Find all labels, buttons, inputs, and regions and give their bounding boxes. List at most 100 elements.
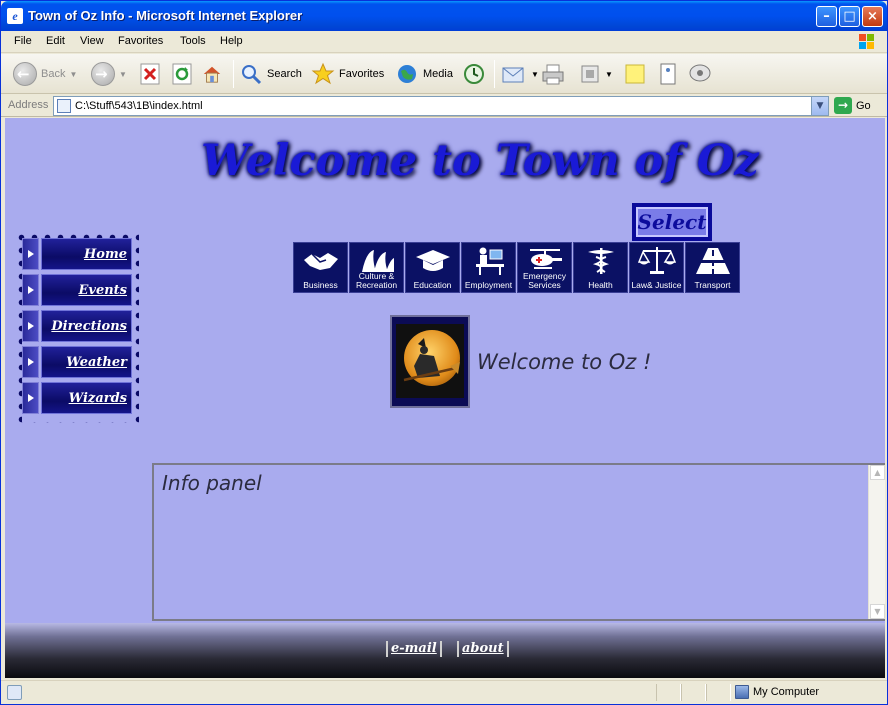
computer-icon: [735, 685, 749, 699]
play-arrow-icon: [22, 346, 39, 378]
category-health[interactable]: Health: [573, 242, 628, 293]
play-arrow-icon: [22, 310, 39, 342]
back-button[interactable]: Back ▼: [13, 61, 77, 87]
status-cell: [681, 684, 706, 701]
play-arrow-icon: [22, 274, 39, 306]
nav-weather[interactable]: Weather: [22, 346, 132, 378]
menu-favorites[interactable]: Favorites: [118, 35, 163, 47]
category-education[interactable]: Education: [405, 242, 460, 293]
menu-file[interactable]: File: [14, 35, 32, 47]
address-url: C:\Stuff\543\1B\index.html: [75, 100, 203, 112]
history-icon: [464, 64, 484, 84]
category-emergency[interactable]: Emergency Services: [517, 242, 572, 293]
star-icon: [311, 62, 335, 85]
browser-window: e Town of Oz Info - Microsoft Internet E…: [0, 0, 888, 705]
forward-button[interactable]: ▼: [91, 61, 127, 87]
category-business[interactable]: Business: [293, 242, 348, 293]
chevron-down-icon: ▼: [605, 69, 613, 79]
address-bar: Address C:\Stuff\543\1B\index.html ▼ → G…: [1, 95, 887, 117]
go-button[interactable]: → Go: [834, 97, 871, 114]
menu-tools[interactable]: Tools: [180, 35, 206, 47]
play-arrow-icon: [22, 382, 39, 414]
nav-home-label[interactable]: Home: [84, 247, 127, 262]
toolbar-separator: [494, 60, 495, 88]
media-button[interactable]: Media: [395, 61, 453, 87]
windows-flag-icon: [859, 34, 874, 49]
printer-icon: [542, 64, 564, 85]
witch-on-broom-icon: [403, 338, 460, 382]
category-law-justice[interactable]: Law& Justice: [629, 242, 684, 293]
nav-directions[interactable]: Directions: [22, 310, 132, 342]
chevron-down-icon: ▼: [119, 69, 127, 79]
refresh-icon: [172, 63, 192, 85]
security-zone: My Computer: [735, 685, 819, 699]
messenger-button[interactable]: [658, 61, 678, 87]
stop-icon: [140, 63, 160, 85]
edit-button[interactable]: ▼: [579, 61, 613, 87]
mail-button[interactable]: ▼: [501, 61, 539, 87]
info-panel-title: Info panel: [162, 471, 262, 495]
speech-bubble-icon: [689, 64, 711, 82]
address-input[interactable]: C:\Stuff\543\1B\index.html ▼: [53, 96, 829, 116]
handshake-icon: [304, 253, 338, 270]
info-panel[interactable]: Info panel ▲ ▼: [152, 463, 885, 621]
window-title: Town of Oz Info - Microsoft Internet Exp…: [28, 8, 303, 23]
research-button[interactable]: [687, 61, 713, 87]
select-button[interactable]: Select: [632, 203, 712, 241]
status-bar: My Computer: [1, 680, 887, 704]
nav-home[interactable]: Home: [22, 238, 132, 270]
category-culture[interactable]: Culture & Recreation: [349, 242, 404, 293]
page-title: Welcome to Town of Oz: [201, 136, 759, 186]
minimize-button[interactable]: –: [816, 6, 837, 27]
title-bar[interactable]: e Town of Oz Info - Microsoft Internet E…: [1, 1, 887, 31]
scales-icon: [638, 247, 676, 274]
stop-button[interactable]: [140, 61, 160, 87]
search-button[interactable]: Search: [239, 61, 302, 87]
discuss-button[interactable]: [624, 61, 646, 87]
nav-wizards[interactable]: Wizards: [22, 382, 132, 414]
favorites-button[interactable]: Favorites: [311, 61, 384, 87]
nav-wizards-label[interactable]: Wizards: [69, 391, 127, 406]
info-panel-scrollbar[interactable]: ▲ ▼: [868, 465, 885, 619]
go-arrow-icon: →: [834, 97, 852, 114]
home-icon: [203, 66, 221, 83]
category-transport[interactable]: Transport: [685, 242, 740, 293]
history-button[interactable]: [462, 61, 486, 87]
nav-directions-label[interactable]: Directions: [51, 319, 127, 334]
address-dropdown-button[interactable]: ▼: [811, 97, 828, 115]
nav-events[interactable]: Events: [22, 274, 132, 306]
refresh-button[interactable]: [172, 61, 192, 87]
mail-icon: [502, 67, 524, 83]
category-employment[interactable]: Employment: [461, 242, 516, 293]
print-button[interactable]: [541, 61, 565, 87]
page-icon: [57, 99, 71, 113]
menu-bar: File Edit View Favorites Tools Help: [1, 31, 887, 53]
nav-weather-label[interactable]: Weather: [66, 355, 127, 370]
forward-arrow-icon: [91, 62, 115, 86]
caduceus-icon: [588, 248, 614, 274]
menu-view[interactable]: View: [80, 35, 104, 47]
document-icon: [660, 63, 676, 85]
toolbar-separator: [233, 60, 234, 88]
scroll-down-arrow-icon[interactable]: ▼: [870, 604, 885, 619]
sticky-note-icon: [625, 64, 645, 84]
nav-events-label[interactable]: Events: [78, 283, 127, 298]
close-button[interactable]: ×: [862, 6, 883, 27]
ie-logo-icon: e: [7, 8, 23, 24]
menu-help[interactable]: Help: [220, 35, 243, 47]
road-icon: [694, 248, 732, 274]
home-button[interactable]: [202, 61, 222, 87]
page-status-icon: [7, 685, 22, 700]
witch-image: [390, 315, 470, 408]
maximize-button[interactable]: □: [839, 6, 860, 27]
category-buttons: Business Culture & Recreation Education …: [293, 242, 740, 293]
desk-worker-icon: [476, 247, 504, 275]
globe-icon: [398, 65, 416, 83]
edit-page-icon: [581, 65, 599, 83]
menu-edit[interactable]: Edit: [46, 35, 65, 47]
about-link[interactable]: about: [457, 641, 509, 657]
email-link[interactable]: e-mail: [386, 641, 442, 657]
play-arrow-icon: [22, 238, 39, 270]
toolbar: Back ▼ ▼ Search Favorites Media: [1, 54, 887, 94]
scroll-up-arrow-icon[interactable]: ▲: [870, 465, 885, 480]
